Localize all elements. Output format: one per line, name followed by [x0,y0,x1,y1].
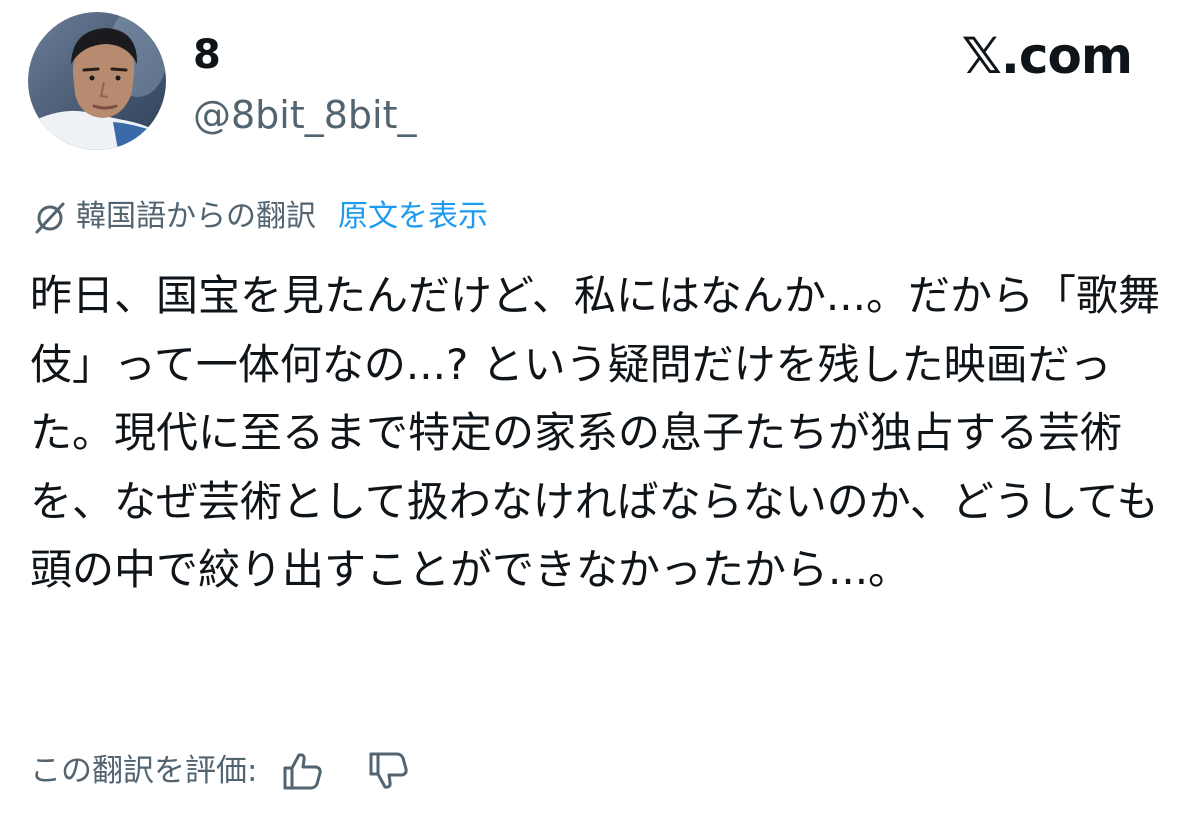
rate-translation-label: この翻訳を評価: [30,753,258,789]
show-original-link[interactable]: 原文を表示 [338,193,488,241]
thumbs-down-icon [369,752,409,789]
thumbs-down-button[interactable] [361,743,417,799]
author-display-name[interactable]: 8 [193,32,221,78]
thumbs-up-icon [283,753,323,790]
author-handle[interactable]: @8bit_8bit_ [193,92,417,138]
thumbs-up-button[interactable] [275,743,331,799]
rate-translation-bar: この翻訳を評価: [30,742,417,800]
avatar-image [28,12,166,150]
translation-bar: 韓国語からの翻訳 原文を表示 [30,193,488,241]
brand-label: 𝕏.com [961,27,1133,85]
avatar[interactable] [28,12,166,150]
translated-from-label: 韓国語からの翻訳 [76,199,316,234]
tweet-text: 昨日、国宝を見たんだけど、私にはなんか...。だから「歌舞伎」って一体何なの..… [30,271,1160,594]
translate-globe-icon [30,197,70,237]
